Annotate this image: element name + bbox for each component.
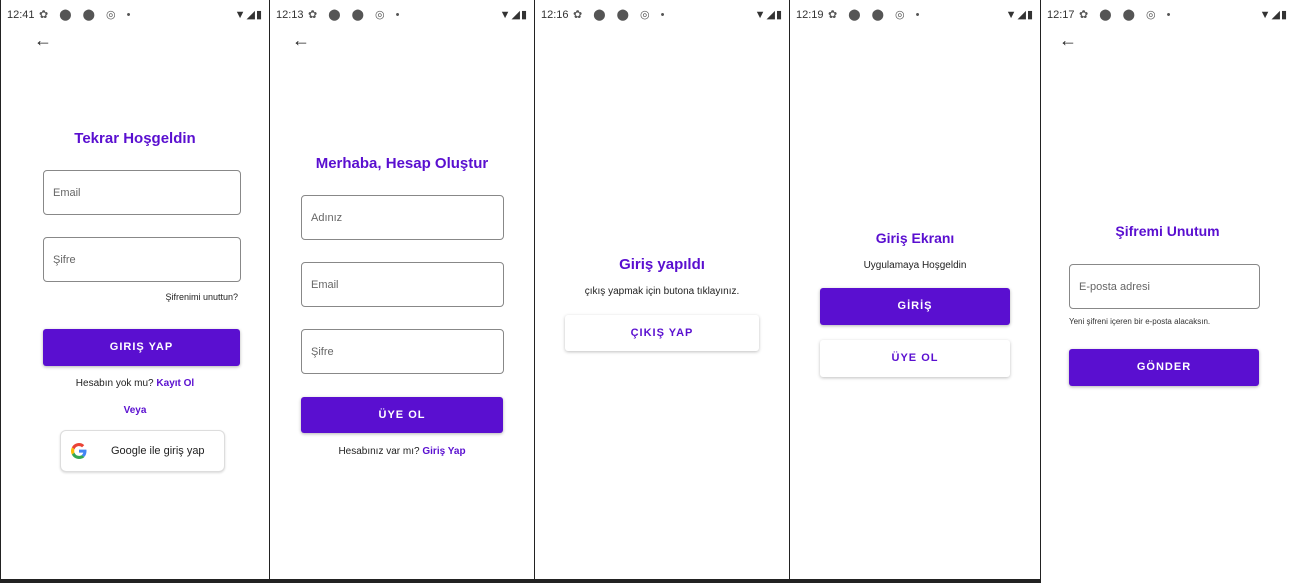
page-title: Tekrar Hoşgeldin — [74, 130, 196, 147]
signal-battery-icon: ▼◢▮ — [499, 9, 528, 21]
bottom-divider — [1, 579, 269, 583]
status-time: 12:17 — [1047, 9, 1075, 21]
back-arrow-icon[interactable]: ← — [1059, 30, 1077, 51]
register-button[interactable]: ÜYE OL — [301, 397, 503, 433]
google-signin-button[interactable]: Google ile giriş yap — [60, 430, 225, 472]
register-prompt: Hesabın yok mu? Kayıt Ol — [1, 378, 269, 389]
status-time: 12:13 — [276, 9, 304, 21]
logout-button[interactable]: ÇIKIŞ YAP — [565, 315, 759, 351]
page-title: Giriş Ekranı — [875, 230, 955, 246]
page-title: Giriş yapıldı — [619, 256, 705, 273]
bottom-divider — [790, 579, 1040, 583]
reset-hint: Yeni şifreni içeren bir e-posta alacaksı… — [1069, 317, 1211, 326]
notification-icons: ✿ ⬤ ⬤ ◎ • — [1079, 9, 1175, 21]
forgot-password-link[interactable]: Şifrenimi unuttun? — [165, 292, 238, 302]
status-time: 12:41 — [7, 9, 35, 21]
status-bar: 12:19 ✿ ⬤ ⬤ ◎ • ▼◢▮ — [790, 0, 1040, 34]
back-arrow-icon[interactable]: ← — [34, 30, 52, 51]
or-divider-text: Veya — [123, 405, 147, 416]
signal-battery-icon: ▼◢▮ — [1005, 9, 1034, 21]
status-time: 12:16 — [541, 9, 569, 21]
login-prompt: Hesabınız var mı? Giriş Yap — [270, 446, 534, 457]
register-screen: 12:13 ✿ ⬤ ⬤ ◎ • ▼◢▮ ← Merhaba, Hesap Olu… — [270, 0, 535, 583]
google-logo-icon — [71, 443, 87, 459]
welcome-screen: 12:19 ✿ ⬤ ⬤ ◎ • ▼◢▮ Giriş Ekranı Uygulam… — [790, 0, 1041, 583]
login-screen: 12:41 ✿ ⬤ ⬤ ◎ • ▼◢▮ ← Tekrar Hoşgeldin Ş… — [0, 0, 270, 583]
no-account-text: Hesabın yok mu? — [75, 378, 154, 389]
email-field[interactable] — [43, 170, 241, 215]
signal-battery-icon: ▼◢▮ — [754, 9, 783, 21]
email-input[interactable] — [44, 171, 240, 214]
name-input[interactable] — [302, 196, 503, 239]
status-time: 12:19 — [796, 9, 824, 21]
password-input[interactable] — [302, 330, 503, 373]
status-bar: 12:41 ✿ ⬤ ⬤ ◎ • ▼◢▮ — [1, 0, 269, 34]
notification-icons: ✿ ⬤ ⬤ ◎ • — [573, 9, 669, 21]
welcome-subtitle: Uygulamaya Hoşgeldin — [863, 260, 967, 271]
send-button[interactable]: GÖNDER — [1069, 349, 1259, 386]
password-field[interactable] — [301, 329, 504, 374]
password-input[interactable] — [44, 238, 240, 281]
notification-icons: ✿ ⬤ ⬤ ◎ • — [39, 9, 135, 21]
signal-battery-icon: ▼◢▮ — [234, 9, 263, 21]
page-title: Merhaba, Hesap Oluştur — [315, 155, 489, 172]
register-link[interactable]: Kayıt Ol — [156, 378, 194, 389]
forgot-password-screen: 12:17 ✿ ⬤ ⬤ ◎ • ▼◢▮ ← Şifremi Unutum Yen… — [1041, 0, 1294, 583]
name-field[interactable] — [301, 195, 504, 240]
register-button[interactable]: ÜYE OL — [820, 340, 1010, 377]
have-account-text: Hesabınız var mı? — [338, 446, 420, 457]
bottom-divider — [270, 579, 534, 583]
notification-icons: ✿ ⬤ ⬤ ◎ • — [308, 9, 404, 21]
status-bar: 12:16 ✿ ⬤ ⬤ ◎ • ▼◢▮ — [535, 0, 789, 34]
back-arrow-icon[interactable]: ← — [292, 30, 310, 51]
signal-battery-icon: ▼◢▮ — [1259, 9, 1288, 21]
logout-hint: çıkış yapmak için butona tıklayınız. — [584, 286, 740, 297]
status-bar: 12:13 ✿ ⬤ ⬤ ◎ • ▼◢▮ — [270, 0, 534, 34]
login-link[interactable]: Giriş Yap — [422, 446, 465, 457]
email-field[interactable] — [301, 262, 504, 307]
login-button[interactable]: GIRIŞ YAP — [43, 329, 240, 366]
login-button[interactable]: GİRİŞ — [820, 288, 1010, 325]
password-field[interactable] — [43, 237, 241, 282]
status-bar: 12:17 ✿ ⬤ ⬤ ◎ • ▼◢▮ — [1041, 0, 1294, 34]
bottom-divider — [535, 579, 789, 583]
email-input[interactable] — [1070, 265, 1259, 308]
email-input[interactable] — [302, 263, 503, 306]
notification-icons: ✿ ⬤ ⬤ ◎ • — [828, 9, 924, 21]
email-field[interactable] — [1069, 264, 1260, 309]
google-button-label: Google ile giriş yap — [111, 445, 205, 457]
page-title: Şifremi Unutum — [1115, 223, 1220, 239]
logged-in-screen: 12:16 ✿ ⬤ ⬤ ◎ • ▼◢▮ Giriş yapıldı çıkış … — [535, 0, 790, 583]
